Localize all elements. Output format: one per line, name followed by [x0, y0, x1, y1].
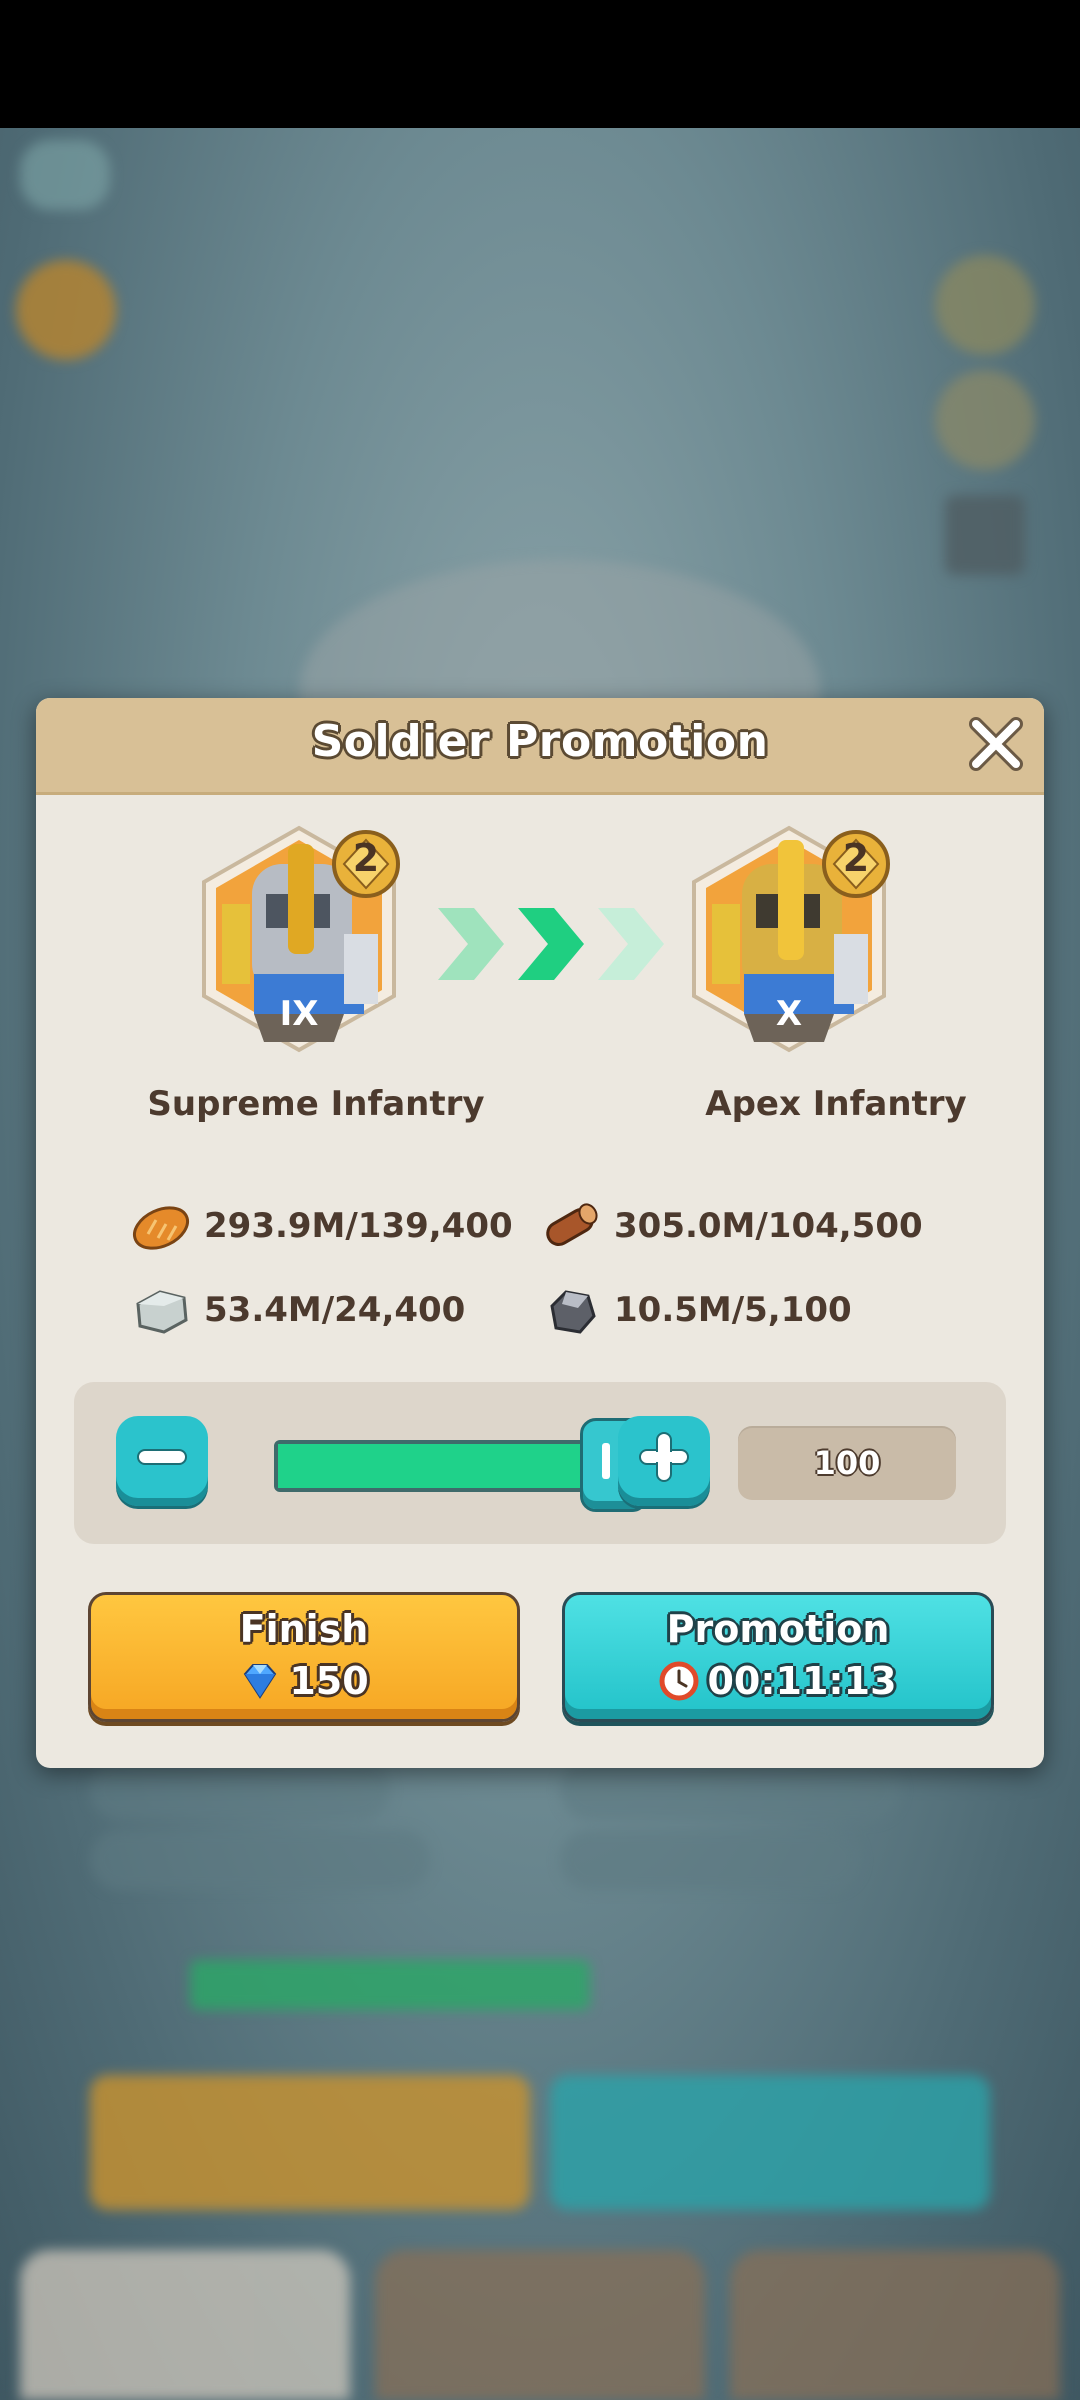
soldier-promotion-dialog: Soldier Promotion 2 IX 2 X Supreme Infan…: [36, 698, 1044, 1768]
resource-iron: 10.5M/5,100: [540, 1280, 852, 1340]
status-bar: [0, 0, 1080, 128]
plus-icon: [639, 1432, 689, 1482]
level-badge-number: 2: [352, 836, 380, 880]
boot-icon: [935, 370, 1035, 470]
tier-label: X: [775, 994, 803, 1034]
helmet-icon: [935, 255, 1035, 355]
promotion-time: 00:11:13: [707, 1659, 897, 1703]
promotion-button[interactable]: Promotion 00:11:13: [562, 1592, 994, 1722]
minus-icon: [137, 1449, 187, 1465]
next-unit-name: Apex Infantry: [705, 1084, 967, 1124]
resource-stone: 53.4M/24,400: [130, 1280, 465, 1340]
finish-button[interactable]: Finish 150: [88, 1592, 520, 1722]
chevron-right-icon: [438, 908, 664, 980]
resource-wood: 305.0M/104,500: [540, 1196, 923, 1256]
current-unit-name: Supreme Infantry: [147, 1084, 485, 1124]
iron-ore-icon: [550, 1290, 596, 1334]
dialog-title: Soldier Promotion: [311, 716, 769, 767]
bread-icon: [133, 1206, 189, 1250]
level-badge-number: 2: [842, 836, 870, 880]
quantity-slider-track[interactable]: [274, 1440, 612, 1492]
current-unit-portrait: 2 IX: [194, 824, 404, 1054]
decrease-button[interactable]: [116, 1416, 208, 1506]
close-icon[interactable]: [966, 714, 1026, 774]
slider-fill: [278, 1444, 608, 1488]
finish-cost: 150: [289, 1659, 369, 1703]
resource-value: 305.0M/104,500: [614, 1206, 923, 1246]
next-unit-portrait: 2 X: [684, 824, 894, 1054]
finish-label: Finish: [239, 1607, 369, 1651]
resource-value: 293.9M/139,400: [204, 1206, 513, 1246]
bottom-tabs: [20, 2250, 1060, 2400]
clock-icon: [659, 1661, 699, 1701]
wood-log-icon: [546, 1203, 598, 1246]
quantity-slider-panel: 100: [74, 1382, 1006, 1544]
increase-button[interactable]: [618, 1416, 710, 1506]
quantity-input[interactable]: 100: [738, 1426, 956, 1500]
book-icon: [945, 495, 1025, 575]
resource-value: 10.5M/5,100: [614, 1290, 852, 1330]
coin-icon: [16, 260, 116, 360]
diamond-icon: [244, 1664, 277, 1699]
stone-icon: [136, 1290, 188, 1334]
resource-value: 53.4M/24,400: [204, 1290, 466, 1330]
tier-label: IX: [279, 994, 319, 1034]
resource-food: 293.9M/139,400: [130, 1196, 513, 1256]
dialog-header: Soldier Promotion: [36, 698, 1044, 795]
promotion-label: Promotion: [666, 1607, 890, 1651]
back-arrow-icon: [20, 140, 110, 210]
